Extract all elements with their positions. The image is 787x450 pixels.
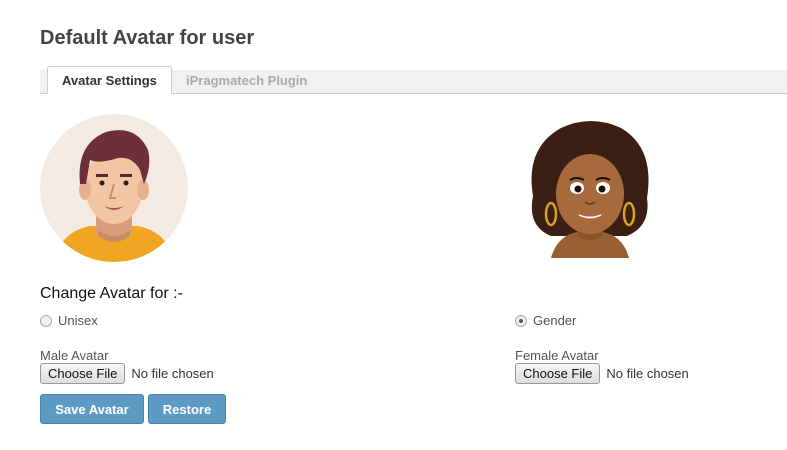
restore-button[interactable]: Restore xyxy=(148,394,226,424)
tab-bar: Avatar Settings iPragmatech Plugin xyxy=(40,66,787,94)
male-avatar-label: Male Avatar xyxy=(40,348,109,363)
male-avatar-file-input: Choose File No file chosen xyxy=(40,363,214,384)
tab-ipragmatech-plugin[interactable]: iPragmatech Plugin xyxy=(172,67,321,94)
radio-unisex[interactable] xyxy=(40,314,52,327)
radio-unisex-row[interactable]: Unisex xyxy=(40,313,98,328)
female-choose-file-button[interactable]: Choose File xyxy=(515,363,601,384)
save-avatar-button[interactable]: Save Avatar xyxy=(40,394,144,424)
radio-unisex-label: Unisex xyxy=(58,313,98,328)
male-avatar-image xyxy=(40,114,188,262)
female-avatar-file-input: Choose File No file chosen xyxy=(515,363,689,384)
radio-gender-label: Gender xyxy=(533,313,577,328)
male-choose-file-button[interactable]: Choose File xyxy=(40,363,126,384)
female-file-status: No file chosen xyxy=(606,366,689,381)
page-title: Default Avatar for user xyxy=(40,27,255,49)
change-avatar-heading: Change Avatar for :- xyxy=(40,285,183,302)
female-avatar-label: Female Avatar xyxy=(515,348,599,363)
female-avatar-image xyxy=(531,121,649,258)
radio-gender-row[interactable]: Gender xyxy=(515,313,576,328)
male-file-status: No file chosen xyxy=(131,366,214,381)
tab-avatar-settings[interactable]: Avatar Settings xyxy=(47,66,172,94)
radio-gender[interactable] xyxy=(515,314,527,327)
